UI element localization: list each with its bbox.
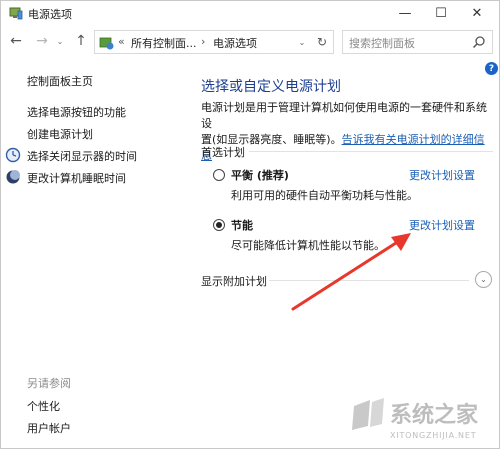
sidebar-item-sleep-time[interactable]: 更改计算机睡眠时间 [27, 170, 126, 186]
sidebar-item-power-buttons[interactable]: 选择电源按钮的功能 [27, 104, 126, 120]
see-also-user-accounts-link[interactable]: 用户帐户 [27, 420, 71, 436]
refresh-button[interactable]: ↻ [313, 33, 331, 51]
section-divider [249, 151, 493, 152]
address-bar[interactable]: « 所有控制面... › 电源选项 ⌄ ↻ [94, 30, 334, 54]
chevron-down-icon: ⌄ [480, 275, 487, 284]
chevron-down-icon: ⌄ [298, 37, 306, 47]
help-button[interactable]: ? [485, 62, 498, 75]
change-plan-settings-power-saver-link[interactable]: 更改计划设置 [409, 217, 475, 233]
chevron-down-icon: ⌄ [56, 36, 64, 46]
control-panel-window: 电源选项 — ☐ ✕ ← → ⌄ ↑ « 所有控制面... › 电源选项 ⌄ ↻… [0, 0, 500, 449]
search-icon [472, 36, 485, 49]
sidebar-item-display-off-time[interactable]: 选择关闭显示器的时间 [27, 148, 137, 164]
plan-desc-balanced: 利用可用的硬件自动平衡功耗与性能。 [231, 189, 418, 202]
control-panel-home-link[interactable]: 控制面板主页 [27, 73, 93, 89]
power-options-icon [9, 7, 23, 20]
see-also-personalization-link[interactable]: 个性化 [27, 398, 60, 414]
navigation-bar: ← → ⌄ ↑ « 所有控制面... › 电源选项 ⌄ ↻ 搜索控制面板 [1, 28, 499, 56]
change-plan-settings-balanced-link[interactable]: 更改计划设置 [409, 167, 475, 183]
refresh-icon: ↻ [316, 35, 328, 49]
control-panel-icon [99, 37, 114, 50]
moon-icon [6, 170, 20, 184]
title-bar: 电源选项 — ☐ ✕ [1, 1, 499, 25]
plan-name-power-saver[interactable]: 节能 [231, 217, 253, 233]
address-dropdown[interactable]: ⌄ [295, 34, 309, 50]
description-line1: 电源计划是用于管理计算机如何使用电源的一套硬件和系统设 [201, 101, 487, 130]
back-arrow-icon: ← [10, 33, 22, 49]
breadcrumb-separator[interactable]: › [201, 35, 205, 48]
plan-desc-power-saver: 尽可能降低计算机性能以节能。 [231, 239, 385, 252]
minimize-button[interactable]: — [385, 1, 425, 25]
annotation-arrow-head [391, 233, 411, 251]
watermark-logo: 系统之家 XITONGZHIJIA.NET [352, 398, 479, 440]
forward-button[interactable]: → [33, 32, 51, 50]
maximize-button[interactable]: ☐ [421, 1, 461, 25]
svg-text:系统之家: 系统之家 [390, 402, 479, 428]
see-also-heading: 另请参阅 [27, 377, 71, 390]
clock-monitor-icon [5, 147, 21, 163]
maximize-icon: ☐ [435, 5, 447, 21]
page-title: 选择或自定义电源计划 [201, 79, 341, 95]
up-arrow-icon: ↑ [75, 33, 87, 49]
svg-text:XITONGZHIJIA.NET: XITONGZHIJIA.NET [390, 431, 476, 440]
recent-locations-button[interactable]: ⌄ [54, 32, 66, 50]
window-title: 电源选项 [28, 8, 72, 21]
search-placeholder: 搜索控制面板 [349, 37, 415, 50]
breadcrumb-power-options[interactable]: 电源选项 [213, 35, 257, 51]
expand-additional-plans-button[interactable]: ⌄ [475, 271, 492, 288]
sidebar-item-create-plan[interactable]: 创建电源计划 [27, 126, 93, 142]
forward-arrow-icon: → [36, 33, 48, 49]
plan-name-balanced[interactable]: 平衡 (推荐) [231, 167, 289, 183]
breadcrumb-all-control-panel[interactable]: 所有控制面... [131, 35, 197, 51]
minimize-icon: — [398, 5, 412, 21]
radio-balanced[interactable] [213, 169, 225, 181]
address-overflow[interactable]: « [118, 35, 125, 48]
search-input[interactable]: 搜索控制面板 [342, 30, 493, 54]
show-additional-plans-label[interactable]: 显示附加计划 [201, 273, 267, 289]
section-divider [269, 280, 469, 281]
up-button[interactable]: ↑ [72, 32, 90, 50]
preferred-plans-heading: 首选计划 [201, 146, 245, 159]
back-button[interactable]: ← [7, 32, 25, 50]
help-icon: ? [488, 63, 495, 74]
radio-power-saver[interactable] [213, 219, 225, 231]
close-button[interactable]: ✕ [457, 1, 497, 25]
close-icon: ✕ [471, 5, 483, 21]
